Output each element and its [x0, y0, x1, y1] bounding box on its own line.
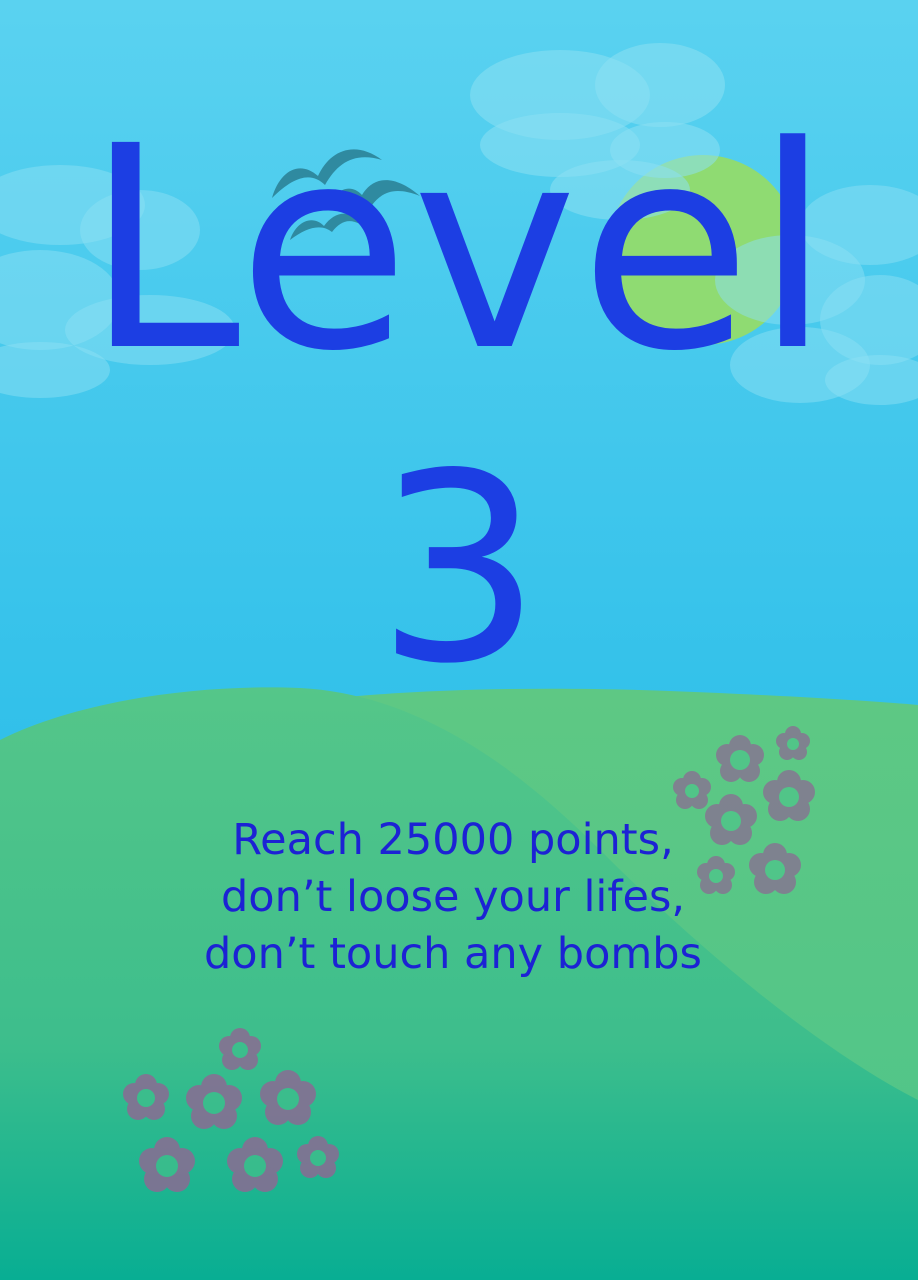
level-heading: Level	[84, 87, 834, 413]
objective-line: don’t touch any bombs	[204, 929, 702, 979]
objective-line: Reach 25000 points,	[232, 815, 674, 865]
objective-line: don’t loose your lifes,	[220, 872, 686, 922]
level-intro-screen: Level 3 Reach 25000 points, don’t loose …	[0, 0, 918, 1280]
level-objectives: Reach 25000 points, don’t loose your lif…	[0, 812, 906, 983]
level-number: 3	[376, 419, 542, 721]
